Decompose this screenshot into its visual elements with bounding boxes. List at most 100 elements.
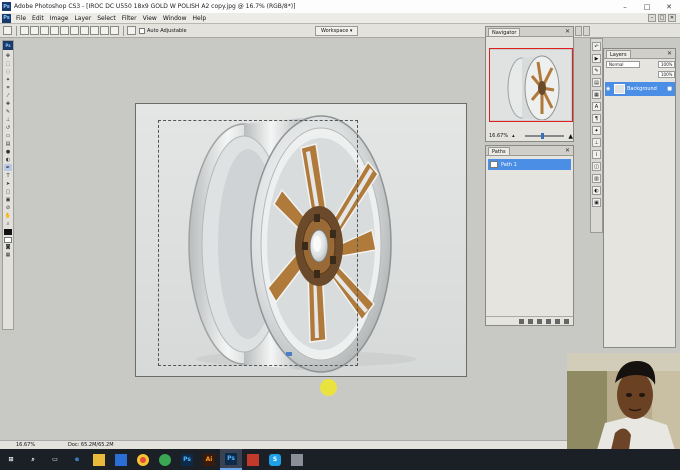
styles-icon[interactable]: ◫ (592, 162, 601, 171)
file-explorer-icon[interactable] (88, 449, 110, 470)
doc-minimize-button[interactable]: – (648, 14, 656, 22)
shape-tool-icon[interactable]: ▢ (4, 188, 12, 195)
illustrator-icon[interactable]: Ai (198, 449, 220, 470)
windows-icon[interactable]: ⊞ (0, 449, 22, 470)
menu-layer[interactable]: Layer (71, 15, 94, 22)
photoshop-active-icon[interactable]: Ps (220, 449, 242, 470)
foreground-color-swatch[interactable] (4, 229, 12, 235)
photoshop-logo-icon[interactable]: Ps (3, 41, 13, 50)
visibility-eye-icon[interactable]: ◉ (606, 86, 612, 92)
align-middle-icon[interactable] (70, 26, 79, 35)
type-tool-icon[interactable]: T (4, 172, 12, 179)
dodge-tool-icon[interactable]: ◐ (4, 156, 12, 163)
palette-well-tab[interactable] (575, 26, 582, 36)
maximize-button[interactable]: □ (636, 0, 658, 13)
paragraph-icon[interactable]: ¶ (592, 114, 601, 123)
actions-icon[interactable]: ▶ (592, 54, 601, 63)
zoom-in-icon[interactable]: ▲ (568, 133, 573, 140)
close-button[interactable]: ✕ (658, 0, 680, 13)
doc-restore-button[interactable]: □ (658, 14, 666, 22)
layer-comps-icon[interactable]: ▤ (592, 78, 601, 87)
doc-close-button[interactable]: ✕ (668, 14, 676, 22)
brushes-icon[interactable]: ✦ (592, 126, 601, 135)
eyedropper-tool-icon[interactable]: ⊘ (4, 204, 12, 211)
panel-close-icon[interactable]: ✕ (565, 147, 570, 154)
app-icon[interactable] (154, 449, 176, 470)
fill-path-icon[interactable] (519, 318, 524, 324)
histogram-icon[interactable]: ▥ (592, 174, 601, 183)
minimize-button[interactable]: – (614, 0, 636, 13)
history-icon[interactable]: ↶ (592, 42, 601, 51)
brush-tool-icon[interactable]: ✎ (4, 108, 12, 115)
blend-mode-dropdown[interactable]: Normal (606, 61, 640, 68)
menu-view[interactable]: View (140, 15, 160, 22)
zoom-out-icon[interactable]: ▴ (512, 133, 515, 139)
make-work-path-icon[interactable] (546, 318, 551, 324)
menu-image[interactable]: Image (47, 15, 72, 22)
align-top-icon[interactable] (60, 26, 69, 35)
align-center-icon[interactable] (100, 26, 109, 35)
channels-icon[interactable]: ▣ (592, 198, 601, 207)
move-tool-icon[interactable]: ✥ (4, 52, 12, 59)
photoshop-icon[interactable]: Ps (176, 449, 198, 470)
palette-well-tab[interactable] (583, 26, 590, 36)
delete-path-icon[interactable] (564, 318, 569, 324)
skype-icon[interactable]: S (264, 449, 286, 470)
character-icon[interactable]: A (592, 102, 601, 111)
new-selection-icon[interactable] (20, 26, 29, 35)
navigator-zoom-value[interactable]: 16.67% (489, 133, 508, 139)
pen-tool-icon[interactable]: ✒ (4, 164, 12, 171)
search-icon[interactable]: ⌕ (22, 449, 44, 470)
menu-help[interactable]: Help (190, 15, 210, 22)
menu-window[interactable]: Window (160, 15, 190, 22)
crop-tool-icon[interactable]: ⌗ (4, 84, 12, 91)
panel-close-icon[interactable]: ✕ (667, 50, 672, 57)
gradient-tool-icon[interactable]: ▤ (4, 140, 12, 147)
align-right-icon[interactable] (110, 26, 119, 35)
document-canvas[interactable] (135, 103, 467, 377)
tool-preset-icon[interactable] (3, 26, 12, 35)
auto-select-checkbox[interactable] (139, 27, 145, 34)
zoom-slider-knob[interactable] (540, 133, 544, 139)
new-path-icon[interactable] (555, 318, 560, 324)
auto-select-option[interactable]: Auto Adjustable (139, 27, 187, 34)
marquee-tool-icon[interactable]: ⬚ (4, 60, 12, 67)
clone-stamp-tool-icon[interactable]: ⊥ (4, 116, 12, 123)
eraser-tool-icon[interactable]: ▭ (4, 132, 12, 139)
hand-tool-icon[interactable]: ✋ (4, 212, 12, 219)
stroke-path-icon[interactable] (528, 318, 533, 324)
menu-edit[interactable]: Edit (29, 15, 47, 22)
subtract-selection-icon[interactable] (40, 26, 49, 35)
slice-tool-icon[interactable]: ⁄ (4, 92, 12, 99)
navigator-thumbnail[interactable] (489, 49, 572, 121)
workspace-button[interactable]: Workspace ▾ (315, 26, 359, 36)
color-icon[interactable]: ◐ (592, 186, 601, 195)
chrome-icon[interactable] (132, 449, 154, 470)
align-bottom-icon[interactable] (80, 26, 89, 35)
intersect-selection-icon[interactable] (50, 26, 59, 35)
store-icon[interactable] (110, 449, 132, 470)
magic-wand-tool-icon[interactable]: ✦ (4, 76, 12, 83)
navigator-zoom-slider[interactable] (524, 133, 565, 139)
history-brush-tool-icon[interactable]: ↺ (4, 124, 12, 131)
layers-tab[interactable]: Layers (606, 50, 631, 58)
layer-row-background[interactable]: ◉ Background ■ (605, 82, 675, 96)
swatches-icon[interactable]: ▦ (592, 90, 601, 99)
healing-brush-tool-icon[interactable]: ✚ (4, 100, 12, 107)
zoom-tool-icon[interactable]: ⌕ (4, 220, 12, 227)
info-icon[interactable]: i (592, 150, 601, 159)
edge-icon[interactable]: e (66, 449, 88, 470)
screen-mode-icon[interactable]: ▦ (4, 251, 12, 258)
menu-filter[interactable]: Filter (119, 15, 140, 22)
lasso-tool-icon[interactable]: ◌ (4, 68, 12, 75)
panel-close-icon[interactable]: ✕ (565, 28, 570, 35)
path-selection-tool-icon[interactable]: ➤ (4, 180, 12, 187)
clone-source-icon[interactable]: ⊥ (592, 138, 601, 147)
paths-tab[interactable]: Paths (488, 147, 510, 155)
navigator-tab[interactable]: Navigator (488, 28, 521, 36)
app2-icon[interactable] (242, 449, 264, 470)
notes-tool-icon[interactable]: ▣ (4, 196, 12, 203)
opacity-field[interactable]: 100% (658, 61, 675, 68)
fill-field[interactable]: 100% (658, 71, 675, 78)
document-icon[interactable]: Ps (2, 13, 11, 23)
